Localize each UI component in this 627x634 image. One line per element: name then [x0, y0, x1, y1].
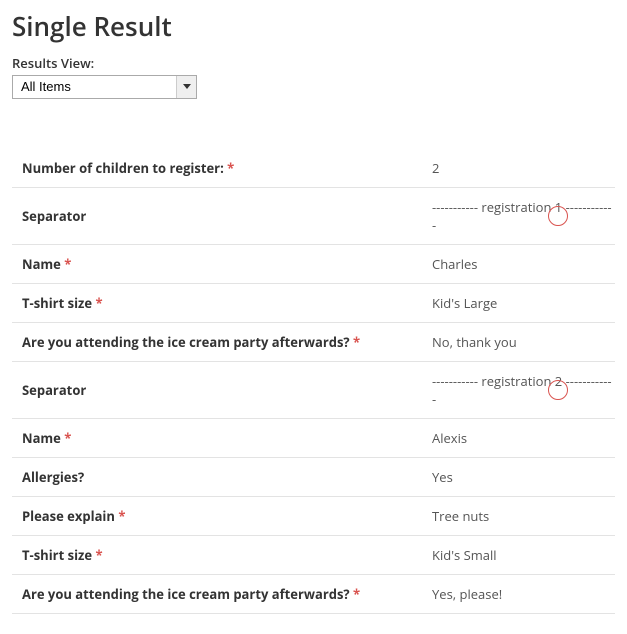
field-value: ----------- registration 2 ------------ — [432, 372, 615, 408]
field-label: Are you attending the ice cream party af… — [22, 333, 432, 351]
required-asterisk: * — [95, 546, 102, 564]
required-asterisk: * — [64, 429, 71, 447]
field-label: Separator — [22, 207, 432, 225]
table-row: T-shirt size *Kid's Large — [12, 283, 615, 322]
results-view-label: Results View: — [12, 54, 615, 72]
required-asterisk: * — [227, 159, 234, 177]
field-label: Please explain * — [22, 507, 432, 525]
table-row: Allergies? Yes — [12, 457, 615, 496]
results-view-select[interactable]: All Items — [13, 76, 196, 98]
field-value: Yes, please! — [432, 585, 615, 603]
field-label: Name * — [22, 255, 432, 273]
field-value: No, thank you — [432, 333, 615, 351]
table-row: Name *Charles — [12, 244, 615, 283]
required-asterisk: * — [64, 255, 71, 273]
field-value: Kid's Small — [432, 546, 615, 564]
required-asterisk: * — [118, 507, 125, 525]
field-value: Kid's Large — [432, 294, 615, 312]
field-label: Are you attending the ice cream party af… — [22, 585, 432, 603]
field-value: Charles — [432, 255, 615, 273]
field-value: Yes — [432, 468, 615, 486]
required-asterisk: * — [353, 585, 360, 603]
field-value: 2 — [432, 159, 615, 177]
field-value: ----------- registration 1 ------------ — [432, 198, 615, 234]
field-label: Number of children to register: * — [22, 159, 432, 177]
table-row: Are you attending the ice cream party af… — [12, 574, 615, 614]
table-row: T-shirt size *Kid's Small — [12, 535, 615, 574]
field-label: T-shirt size * — [22, 546, 432, 564]
field-label: T-shirt size * — [22, 294, 432, 312]
required-asterisk: * — [353, 333, 360, 351]
table-row: Separator ----------- registration 1 ---… — [12, 187, 615, 244]
result-table: Number of children to register: *2Separa… — [12, 149, 615, 614]
page-title: Single Result — [12, 8, 615, 44]
required-asterisk: * — [95, 294, 102, 312]
table-row: Separator ----------- registration 2 ---… — [12, 361, 615, 418]
results-view-select-wrap[interactable]: All Items — [12, 75, 197, 99]
table-row: Please explain *Tree nuts — [12, 496, 615, 535]
field-label: Allergies? — [22, 468, 432, 486]
field-label: Name * — [22, 429, 432, 447]
table-row: Name *Alexis — [12, 418, 615, 457]
field-value: Alexis — [432, 429, 615, 447]
field-value: Tree nuts — [432, 507, 615, 525]
table-row: Are you attending the ice cream party af… — [12, 322, 615, 361]
field-label: Separator — [22, 381, 432, 399]
annotation-circle — [548, 380, 568, 400]
table-row: Number of children to register: *2 — [12, 149, 615, 187]
annotation-circle — [548, 206, 568, 226]
